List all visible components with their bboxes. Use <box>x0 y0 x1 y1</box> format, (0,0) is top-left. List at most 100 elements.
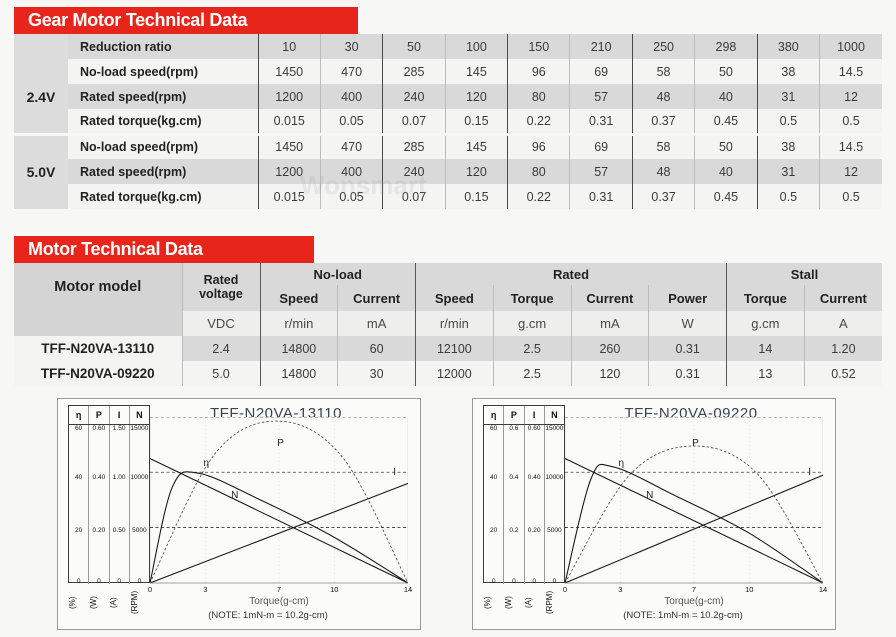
gear-row-reduction-ratio: Reduction ratio 10 30 50 100 150 210 250 298 380… <box>14 34 882 59</box>
scale-value-0-1: 40 <box>75 473 83 481</box>
reduction-ratio-value-9: 1000 <box>819 34 882 59</box>
gear-0-2-value-5: 0.31 <box>569 109 633 134</box>
scale-header-η: η <box>490 410 497 420</box>
gear-0-2-value-8: 0.5 <box>756 109 820 134</box>
motor-group-header-row: Motor model Rated voltage No-load Rated S… <box>14 263 882 311</box>
scale-value-3-2: 5000 <box>132 526 147 534</box>
scale-value-3-1: 10000 <box>545 473 564 481</box>
x-tick-3: 3 <box>203 585 208 594</box>
gear-motor-data-table: Reduction ratio 10 30 50 100 150 210 250 298 380… <box>14 34 882 209</box>
curve-label-N: N <box>646 490 654 502</box>
motor-value-5: 260 <box>570 336 649 361</box>
motor-table-row: TFF-N20VA-13110 2.4 14800 60 12100 2.5 260 0.3… <box>14 336 882 361</box>
gear-1-1-value-6: 48 <box>631 159 695 184</box>
group-header-stall: Stall <box>726 263 882 285</box>
scale-header-row: ηPIN <box>69 406 149 425</box>
motor-units-row: VDC r/min mA r/min g.cm mA Wg.cm A <box>14 311 882 336</box>
subheader-rated-power: Power <box>648 285 727 311</box>
gear-1-2-value-5: 0.31 <box>569 184 633 209</box>
reduction-ratio-value-3: 100 <box>444 34 508 59</box>
gear-0-0-value-2: 285 <box>382 59 446 84</box>
subheader-rated-speed: Speed <box>415 285 494 311</box>
gear-table-row: Rated torque(kg.cm) 0.015 0.05 0.07 0.15 0.2… <box>14 184 882 209</box>
gear-1-2-value-6: 0.37 <box>631 184 695 209</box>
unit-7: g.cm <box>726 311 805 336</box>
gear-row-label: No-load speed(rpm) <box>68 132 259 159</box>
gear-row-label: No-load speed(rpm) <box>68 59 259 84</box>
gear-row-label-reduction: Reduction ratio <box>68 34 259 59</box>
scale-unit-(W): (W) <box>503 596 513 609</box>
gear-table-row: No-load speed(rpm) 1450 470 285 145 96 69 58 50… <box>14 132 882 159</box>
gear-0-1-value-6: 48 <box>631 84 695 109</box>
gear-0-1-value-9: 12 <box>819 84 882 109</box>
chart-scale-table: ηPIN 60 40 20 0 0.6 0.4 0.2 0 0.60 0.40 0.20 0 15000… <box>483 405 565 585</box>
gear-1-0-value-4: 96 <box>507 132 570 159</box>
scale-value-2-2: 0.50 <box>112 526 126 534</box>
gear-1-1-value-9: 12 <box>819 159 882 184</box>
scale-value-2-0: 0.60 <box>527 425 541 432</box>
group-header-noload: No-load <box>259 263 416 285</box>
gear-row-label: Rated speed(rpm) <box>68 84 259 109</box>
unit-6: W <box>648 311 727 336</box>
scale-column-η: 60 40 20 0 <box>484 425 503 585</box>
scale-unit-(%): (%) <box>68 596 77 609</box>
gear-table-row: 2.4V Rated speed(rpm) 1200 400 240 120 80 57 4… <box>14 84 882 109</box>
gear-1-2-value-7: 0.45 <box>694 184 758 209</box>
curve-label-N: N <box>231 490 239 502</box>
unit-8: A <box>803 311 882 336</box>
gear-0-0-value-0: 1450 <box>257 59 321 84</box>
x-tick-0: 0 <box>147 585 153 594</box>
scale-header-P: P <box>503 406 523 424</box>
gear-row-label: Rated torque(kg.cm) <box>68 109 259 134</box>
x-tick-0: 0 <box>562 585 568 594</box>
motor-value-1: 14800 <box>259 361 338 386</box>
unit-blank <box>14 311 182 336</box>
motor-value-5: 120 <box>570 361 649 386</box>
gear-1-0-value-3: 145 <box>444 132 508 159</box>
unit-0: VDC <box>181 311 260 336</box>
gear-0-1-value-0: 1200 <box>257 84 321 109</box>
motor-value-8: 1.20 <box>803 336 882 361</box>
gear-0-1-value-1: 400 <box>319 84 383 109</box>
subheader-rated-current: Current <box>570 285 649 311</box>
gear-voltage-spacer <box>14 184 68 209</box>
scale-value-3-2: 5000 <box>547 526 562 534</box>
performance-chart-13110: TFF-N20VA-13110 ηPIN 60 40 20 0 0.60 0.40 0.20… <box>57 398 421 630</box>
reduction-ratio-value-7: 298 <box>694 34 758 59</box>
gear-voltage-spacer <box>14 132 68 159</box>
reduction-ratio-value-8: 380 <box>756 34 820 59</box>
subheader-rated-torque: Torque <box>492 285 571 311</box>
scale-value-0-2: 20 <box>75 526 83 534</box>
scale-unit-(W): (W) <box>88 596 98 609</box>
scale-column-N: 15000 10000 5000 0 <box>128 425 149 585</box>
gear-1-0-value-1: 470 <box>319 132 383 159</box>
unit-3: r/min <box>415 311 494 336</box>
motor-data-table: Motor model Rated voltage No-load Rated S… <box>14 263 882 386</box>
gear-0-1-value-7: 40 <box>694 84 758 109</box>
gear-0-0-value-9: 14.5 <box>819 59 882 84</box>
x-tick-14: 14 <box>403 585 413 594</box>
gear-0-2-value-0: 0.015 <box>257 109 321 134</box>
reduction-ratio-value-0: 10 <box>257 34 321 59</box>
scale-column-P: 0.60 0.40 0.20 0 <box>88 425 108 585</box>
x-tick-10: 10 <box>745 585 754 594</box>
gear-voltage-spacer <box>14 109 68 134</box>
scale-column-N: 15000 10000 5000 0 <box>543 425 564 585</box>
scale-value-1-2: 0.2 <box>509 526 519 534</box>
reduction-ratio-value-6: 250 <box>631 34 695 59</box>
motor-model-name: TFF-N20VA-09220 <box>14 361 182 386</box>
scale-header-N: N <box>543 406 564 424</box>
gear-0-0-value-1: 470 <box>319 59 383 84</box>
scale-value-1-2: 0.20 <box>92 526 106 534</box>
gear-1-1-value-3: 120 <box>444 159 508 184</box>
scale-value-3-0: 15000 <box>130 425 149 432</box>
gear-0-1-value-4: 80 <box>507 84 570 109</box>
scale-column-P: 0.6 0.4 0.2 0 <box>503 425 523 585</box>
scale-header-row: ηPIN <box>484 406 564 425</box>
gear-1-1-value-2: 240 <box>382 159 446 184</box>
gear-1-0-value-0: 1450 <box>257 132 321 159</box>
chart-x-axis-title: Torque(g-cm) <box>664 596 724 607</box>
scale-value-1-0: 0.60 <box>92 425 106 432</box>
gear-1-2-value-0: 0.015 <box>257 184 321 209</box>
gear-0-2-value-2: 0.07 <box>382 109 446 134</box>
